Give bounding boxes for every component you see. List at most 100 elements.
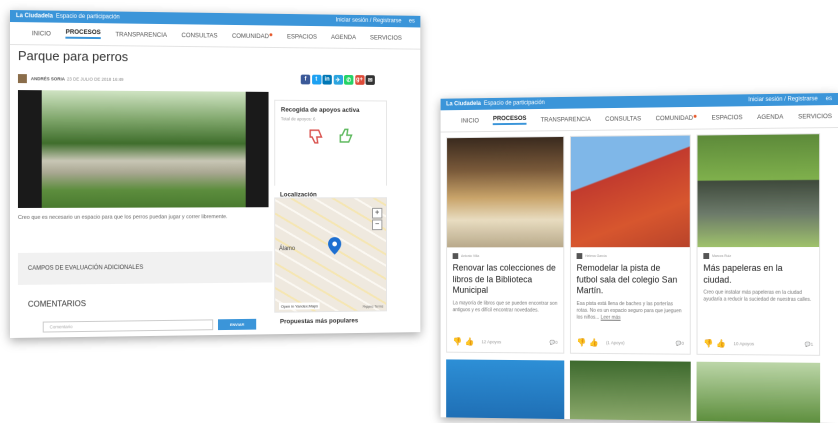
avatar: [703, 253, 710, 259]
comment-count: 0: [555, 339, 558, 345]
send-comment-button[interactable]: ENVIAR: [217, 318, 257, 331]
support-count: 10 Apoyos: [733, 341, 755, 347]
nav-comunidad[interactable]: COMUNIDAD: [655, 114, 697, 122]
notification-dot: [694, 114, 697, 118]
nav-transparencia[interactable]: TRANSPARENCIA: [541, 116, 591, 123]
google-plus-icon[interactable]: g+: [354, 75, 365, 85]
brand-tagline: Espacio de participación: [483, 100, 545, 107]
card-author: Marcos Ruiz: [712, 254, 732, 258]
nav-inicio[interactable]: INICIO: [32, 30, 51, 37]
zoom-out-button[interactable]: −: [372, 219, 383, 231]
location-map[interactable]: + − Álamo Open in Yandex.Maps Яндекс Ter…: [274, 197, 387, 313]
nav-inicio[interactable]: INICIO: [461, 117, 479, 124]
whatsapp-icon[interactable]: ✆: [344, 74, 354, 85]
login-link[interactable]: Iniciar sesión / Registrarse: [336, 18, 402, 25]
share-buttons: f t in ✈ ✆ g+ ✉: [300, 74, 377, 85]
proposal-card[interactable]: Marcos Ruiz Más papeleras en la ciudad. …: [696, 133, 821, 356]
thumbs-up-icon[interactable]: 👍: [465, 337, 474, 346]
thumbs-down-icon[interactable]: 👎: [577, 338, 586, 347]
main-nav: INICIO PROCESOS TRANSPARENCIA CONSULTAS …: [440, 105, 838, 133]
nav-procesos[interactable]: PROCESOS: [65, 28, 101, 40]
playground-image[interactable]: [569, 360, 691, 421]
support-panel: Recogida de apoyos activa Total de apoyo…: [274, 99, 387, 188]
nav-comunidad[interactable]: COMUNIDAD: [231, 32, 273, 40]
avatar: [576, 253, 583, 259]
dog-park-thumb-image[interactable]: [696, 361, 821, 423]
trash-bin-image: [697, 134, 820, 248]
football-pitch-image: [570, 135, 690, 248]
dog-park-image: [41, 90, 246, 208]
proposal-window: La Ciudadela Espacio de participación In…: [10, 10, 421, 338]
proposal-card[interactable]: Antonio Villa Renovar las colecciones de…: [446, 135, 565, 354]
proposal-title: Parque para perros: [17, 48, 129, 65]
nav-transparencia[interactable]: TRANSPARENCIA: [115, 31, 167, 39]
popular-proposals-title: Propuestas más populares: [279, 317, 359, 326]
language-select[interactable]: es: [409, 19, 415, 25]
facebook-icon[interactable]: f: [300, 74, 311, 85]
card-title[interactable]: Más papeleras en la ciudad.: [698, 259, 820, 286]
comment-count: 0: [681, 340, 684, 346]
map-pin-icon[interactable]: [328, 237, 342, 255]
card-description: La mayoría de libros que se pueden encon…: [452, 300, 558, 314]
support-count: (1 Apoyo): [606, 340, 625, 346]
nav-procesos[interactable]: PROCESOS: [492, 115, 527, 126]
brand-tagline: Espacio de participación: [55, 13, 120, 21]
thumbs-up-icon[interactable]: 👍: [589, 338, 598, 347]
nav-servicios[interactable]: SERVICIOS: [370, 34, 402, 41]
proposal-photo: [17, 90, 269, 208]
card-author: Antonio Villa: [461, 254, 480, 258]
card-title[interactable]: Renovar las colecciones de libros de la …: [447, 259, 563, 297]
notification-dot: [269, 32, 273, 36]
library-image: [447, 136, 564, 248]
proposal-meta: ANDRÉS SORIA 23 DE JULIO DE 2018 16:49: [17, 74, 124, 84]
language-select[interactable]: es: [826, 96, 832, 102]
nav-espacios[interactable]: ESPACIOS: [287, 33, 317, 40]
telegram-icon[interactable]: ✈: [333, 74, 343, 85]
proposals-list-window: La Ciudadela Espacio de participación In…: [440, 93, 838, 423]
twitter-icon[interactable]: t: [311, 74, 322, 85]
open-map-link[interactable]: Open in Yandex.Maps: [278, 302, 320, 310]
evaluation-fields-section[interactable]: CAMPOS DE EVALUACIÓN ADICIONALES: [17, 251, 273, 285]
brand-name[interactable]: La Ciudadela: [446, 101, 481, 107]
support-title: Recogida de apoyos activa: [280, 106, 360, 114]
thumbs-down-icon[interactable]: [307, 127, 324, 145]
login-link[interactable]: Iniciar sesión / Registrarse: [748, 96, 818, 103]
nav-agenda[interactable]: AGENDA: [331, 34, 356, 41]
comment-count: 1: [810, 341, 814, 347]
parking-image[interactable]: [446, 359, 565, 420]
nav-comunidad-label: COMUNIDAD: [655, 114, 694, 122]
thumbs-up-icon[interactable]: [337, 127, 354, 145]
nav-servicios[interactable]: SERVICIOS: [798, 113, 832, 120]
nav-espacios[interactable]: ESPACIOS: [712, 114, 743, 121]
proposal-date: 23 DE JULIO DE 2018 16:49: [66, 76, 124, 82]
proposal-description: Creo que es necesario un espacio para qu…: [17, 214, 228, 221]
thumbs-down-icon[interactable]: 👎: [703, 339, 713, 348]
card-author: Helena García: [585, 254, 607, 258]
brand-name[interactable]: La Ciudadela: [16, 13, 53, 19]
linkedin-icon[interactable]: in: [322, 74, 332, 85]
card-description-text: Esa pista está llena de baches y las por…: [576, 301, 682, 321]
card-description: Esa pista está llena de baches y las por…: [571, 297, 690, 321]
comments-title: COMENTARIOS: [27, 299, 87, 309]
card-description: Creo que instalar más papeleras en la ci…: [703, 289, 812, 304]
zoom-in-button[interactable]: +: [372, 207, 383, 219]
more-cards-row: [446, 359, 821, 423]
read-more-link[interactable]: Leer más: [601, 314, 621, 320]
card-title[interactable]: Remodelar la pista de futbol sala del co…: [571, 259, 690, 298]
support-count: 12 Apoyos: [481, 339, 502, 345]
author-name[interactable]: ANDRÉS SORIA: [31, 76, 65, 81]
avatar: [452, 253, 459, 259]
nav-consultas[interactable]: CONSULTAS: [181, 32, 217, 39]
email-icon[interactable]: ✉: [365, 75, 375, 85]
comment-input[interactable]: Comentario: [42, 319, 214, 333]
nav-agenda[interactable]: AGENDA: [757, 113, 783, 120]
proposal-cards: Antonio Villa Renovar las colecciones de…: [446, 133, 821, 356]
thumbs-down-icon[interactable]: 👎: [453, 337, 462, 346]
main-nav: INICIO PROCESOS TRANSPARENCIA CONSULTAS …: [10, 22, 421, 50]
map-credit: Яндекс Terms: [362, 304, 384, 309]
proposal-card[interactable]: Helena García Remodelar la pista de futb…: [569, 134, 691, 355]
thumbs-up-icon[interactable]: 👍: [716, 339, 726, 348]
avatar: [17, 74, 27, 84]
nav-consultas[interactable]: CONSULTAS: [605, 115, 641, 122]
nav-comunidad-label: COMUNIDAD: [231, 32, 269, 40]
